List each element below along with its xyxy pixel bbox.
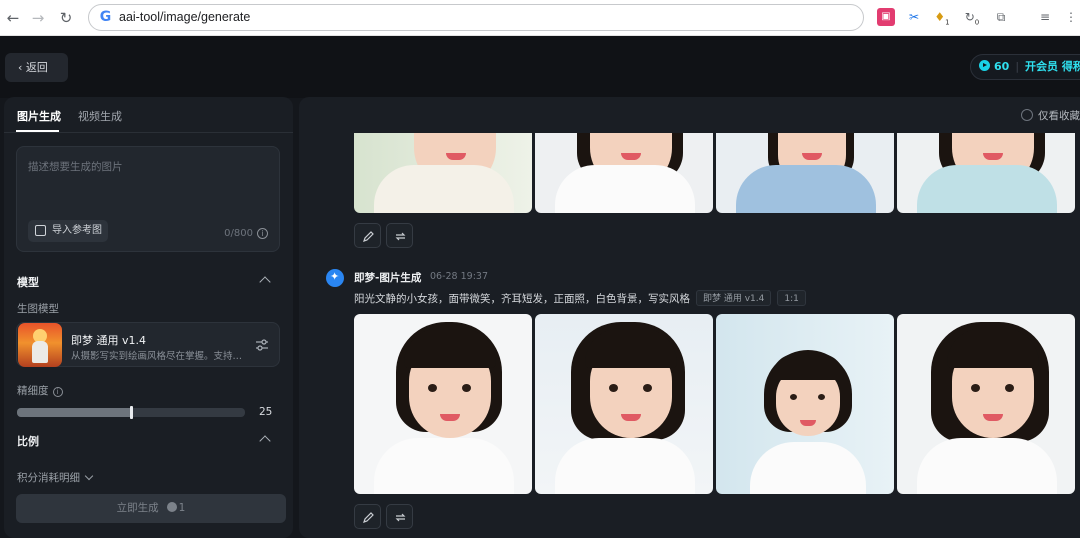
assistant-avatar-icon xyxy=(326,269,344,287)
model-section-title: 模型 xyxy=(17,276,39,289)
result-image[interactable] xyxy=(897,133,1075,213)
extension-badge-count: 1 xyxy=(945,18,950,27)
generation-panel: 图片生成 视频生成 描述想要生成的图片 导入参考图 0/800 i 模型 生图模型… xyxy=(4,97,293,538)
generate-cost: 1 xyxy=(178,502,186,514)
credit-coin-icon xyxy=(979,60,990,71)
import-reference-label: 导入参考图 xyxy=(52,225,102,236)
message-prompt: 阳光文静的小女孩，面带微笑，齐耳短发，正面照，白色背景，写实风格 即梦 通用 v1… xyxy=(354,290,806,306)
google-icon: G xyxy=(99,9,112,25)
edit-button[interactable] xyxy=(354,223,381,248)
active-tab-indicator xyxy=(16,130,59,132)
result-image[interactable] xyxy=(897,314,1075,494)
favorites-only-label: 仅看收藏 xyxy=(1038,110,1080,122)
mode-tabs: 图片生成 视频生成 xyxy=(4,97,293,133)
chevron-left-icon: ‹ xyxy=(18,61,26,74)
message-sender: 即梦-图片生成 xyxy=(354,272,422,284)
credit-coin-icon xyxy=(166,502,177,512)
radio-icon xyxy=(1021,109,1033,121)
extension-sync-icon[interactable]: ↻0 xyxy=(963,8,981,26)
edit-button[interactable] xyxy=(354,504,381,529)
app-header: ‹ 返回 60 | 开会员 得积分 xyxy=(0,36,1080,98)
ratio-section-title: 比例 xyxy=(17,435,39,448)
forward-arrow-icon[interactable]: → xyxy=(29,9,47,27)
pencil-icon xyxy=(363,231,374,242)
vip-link[interactable]: 开会员 得积分 xyxy=(1025,60,1080,73)
model-sub-label: 生图模型 xyxy=(17,303,59,315)
slider-fill xyxy=(17,408,131,417)
address-bar[interactable]: G aai-tool/image/generate xyxy=(88,4,864,31)
detail-label: 精细度 i xyxy=(17,383,63,398)
reload-icon[interactable]: ↻ xyxy=(57,9,75,27)
info-icon[interactable]: i xyxy=(52,387,63,397)
char-counter-text: 0/800 xyxy=(224,228,253,239)
sliders-icon[interactable] xyxy=(255,338,269,352)
detail-slider[interactable] xyxy=(17,406,245,419)
model-name: 即梦 通用 v1.4 xyxy=(71,334,146,347)
import-reference-button[interactable]: 导入参考图 xyxy=(28,220,108,242)
model-thumbnail xyxy=(18,323,62,367)
generate-button-label: 立即生成 xyxy=(116,502,159,514)
model-description: 从摄影写实到绘画风格尽在掌握。支持… xyxy=(71,351,243,362)
chevron-up-icon[interactable] xyxy=(259,276,271,288)
thumbnail-astronaut xyxy=(32,341,48,363)
slider-handle[interactable] xyxy=(130,406,133,419)
results-panel: 仅看收藏 即梦-图片生成 06-28 19:37 阳光文静的小女孩，面带微笑，齐… xyxy=(299,97,1080,538)
pencil-icon xyxy=(363,512,374,523)
credits-count: 60 xyxy=(994,60,1010,73)
chevron-up-icon[interactable] xyxy=(259,435,271,447)
extensions-puzzle-icon[interactable]: ⧉ xyxy=(992,8,1010,26)
detail-label-text: 精细度 xyxy=(17,385,49,397)
points-detail-text: 积分消耗明细 xyxy=(17,472,80,484)
result-image[interactable] xyxy=(354,314,532,494)
extension-badge-icon[interactable]: ♦1 xyxy=(933,8,951,26)
generate-button[interactable]: 立即生成 1 xyxy=(16,494,286,523)
ratio-tag: 1:1 xyxy=(777,290,806,306)
extension-scissors-icon[interactable]: ✂ xyxy=(905,8,923,26)
prompt-text: 阳光文静的小女孩，面带微笑，齐耳短发，正面照，白色背景，写实风格 xyxy=(354,293,690,305)
favorites-only-toggle[interactable]: 仅看收藏 xyxy=(1021,108,1080,123)
pill-divider: | xyxy=(1015,60,1020,73)
prompt-placeholder: 描述想要生成的图片 xyxy=(28,161,123,173)
result-image[interactable] xyxy=(535,314,713,494)
tab-video-generation[interactable]: 视频生成 xyxy=(78,108,122,124)
regenerate-button[interactable] xyxy=(386,504,413,529)
points-detail-link[interactable]: 积分消耗明细 xyxy=(17,470,94,485)
prompt-textarea[interactable]: 描述想要生成的图片 导入参考图 0/800 i xyxy=(16,146,280,252)
extension-sync-count: 0 xyxy=(974,18,980,27)
generated-image-grid xyxy=(354,314,1075,494)
detail-value: 25 xyxy=(259,406,273,418)
message-time: 06-28 19:37 xyxy=(430,271,489,282)
url-text: aai-tool/image/generate xyxy=(119,10,251,24)
extension-red-icon[interactable]: ▣ xyxy=(877,8,895,26)
chevron-down-icon xyxy=(84,471,94,481)
tab-image-generation[interactable]: 图片生成 xyxy=(17,108,61,124)
repeat-icon xyxy=(395,232,406,241)
previous-image-grid xyxy=(354,133,1075,213)
browser-toolbar: ← → ↻ G aai-tool/image/generate ▣ ✂ ♦1 ↻… xyxy=(0,0,1080,36)
back-button[interactable]: ‹ 返回 xyxy=(5,53,68,82)
result-image[interactable] xyxy=(535,133,713,213)
info-icon[interactable]: i xyxy=(257,228,268,239)
regenerate-button[interactable] xyxy=(386,223,413,248)
model-tag: 即梦 通用 v1.4 xyxy=(696,290,772,306)
result-image[interactable] xyxy=(354,133,532,213)
back-arrow-icon[interactable]: ← xyxy=(4,9,22,27)
result-image[interactable] xyxy=(716,314,894,494)
credits-pill[interactable]: 60 | 开会员 得积分 xyxy=(970,54,1080,80)
char-counter: 0/800 i xyxy=(224,228,268,239)
reading-list-icon[interactable]: ≡ xyxy=(1036,8,1054,26)
back-button-label: 返回 xyxy=(25,61,48,74)
model-selector[interactable]: 即梦 通用 v1.4 从摄影写实到绘画风格尽在掌握。支持… xyxy=(16,322,280,367)
repeat-icon xyxy=(395,513,406,522)
menu-icon[interactable]: ⋮ xyxy=(1062,8,1080,26)
result-image[interactable] xyxy=(716,133,894,213)
image-add-icon xyxy=(35,225,46,236)
